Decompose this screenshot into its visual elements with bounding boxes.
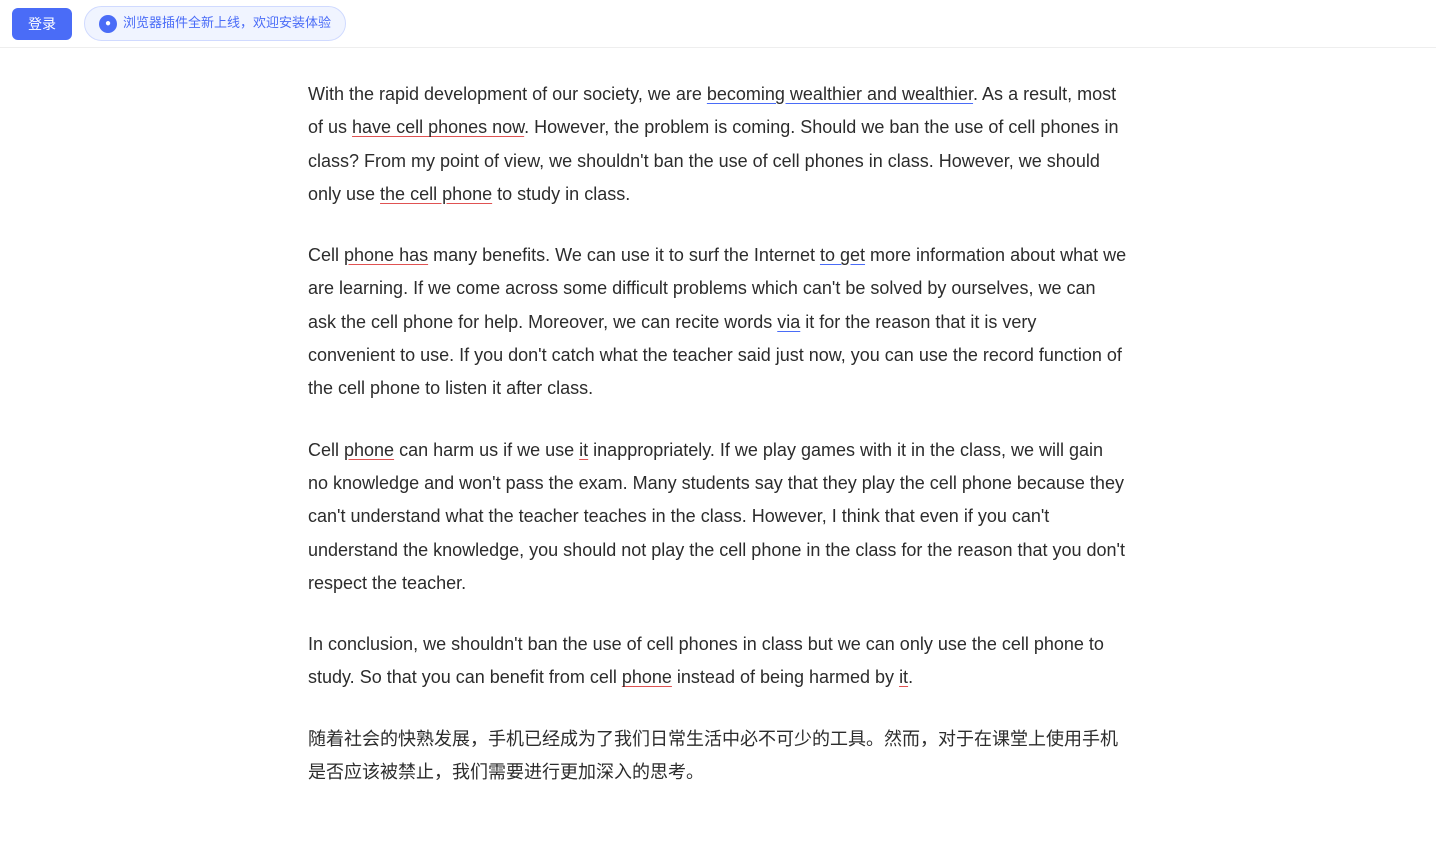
paragraph-1: With the rapid development of our societ… (308, 78, 1128, 211)
paragraph-4: In conclusion, we shouldn't ban the use … (308, 628, 1128, 695)
para2-link-3[interactable]: via (777, 312, 800, 332)
login-button[interactable]: 登录 (12, 8, 72, 40)
para4-text-end: . (908, 667, 913, 687)
top-bar: 登录 ● 浏览器插件全新上线，欢迎安装体验 (0, 0, 1436, 48)
para2-link-1[interactable]: phone has (344, 245, 428, 265)
para4-link-1[interactable]: phone (622, 667, 672, 687)
para1-text-start: With the rapid development of our societ… (308, 84, 707, 104)
paragraph-2: Cell phone has many benefits. We can use… (308, 239, 1128, 405)
paragraph-5-chinese: 随着社会的快熟发展，手机已经成为了我们日常生活中必不可少的工具。然而，对于在课堂… (308, 723, 1128, 790)
para4-link-2[interactable]: it (899, 667, 908, 687)
para1-link-1[interactable]: becoming wealthier and wealthier (707, 84, 973, 104)
para3-text-mid1: can harm us if we use (394, 440, 579, 460)
plugin-banner[interactable]: ● 浏览器插件全新上线，欢迎安装体验 (84, 6, 346, 40)
para2-link-2[interactable]: to get (820, 245, 865, 265)
para3-link-2[interactable]: it (579, 440, 588, 460)
plugin-text: 浏览器插件全新上线，欢迎安装体验 (123, 12, 331, 34)
para3-text-mid2: inappropriately. If we play games with i… (308, 440, 1125, 593)
para3-link-1[interactable]: phone (344, 440, 394, 460)
para1-link-2[interactable]: have cell phones now (352, 117, 524, 137)
para4-text-mid: instead of being harmed by (672, 667, 899, 687)
para1-text-end: to study in class. (492, 184, 630, 204)
para3-text-start: Cell (308, 440, 344, 460)
para2-text-mid1: many benefits. We can use it to surf the… (428, 245, 820, 265)
para1-link-3[interactable]: the cell phone (380, 184, 492, 204)
para2-text-start: Cell (308, 245, 344, 265)
plugin-icon: ● (99, 15, 117, 33)
paragraph-3: Cell phone can harm us if we use it inap… (308, 434, 1128, 600)
content-area: With the rapid development of our societ… (268, 48, 1168, 849)
